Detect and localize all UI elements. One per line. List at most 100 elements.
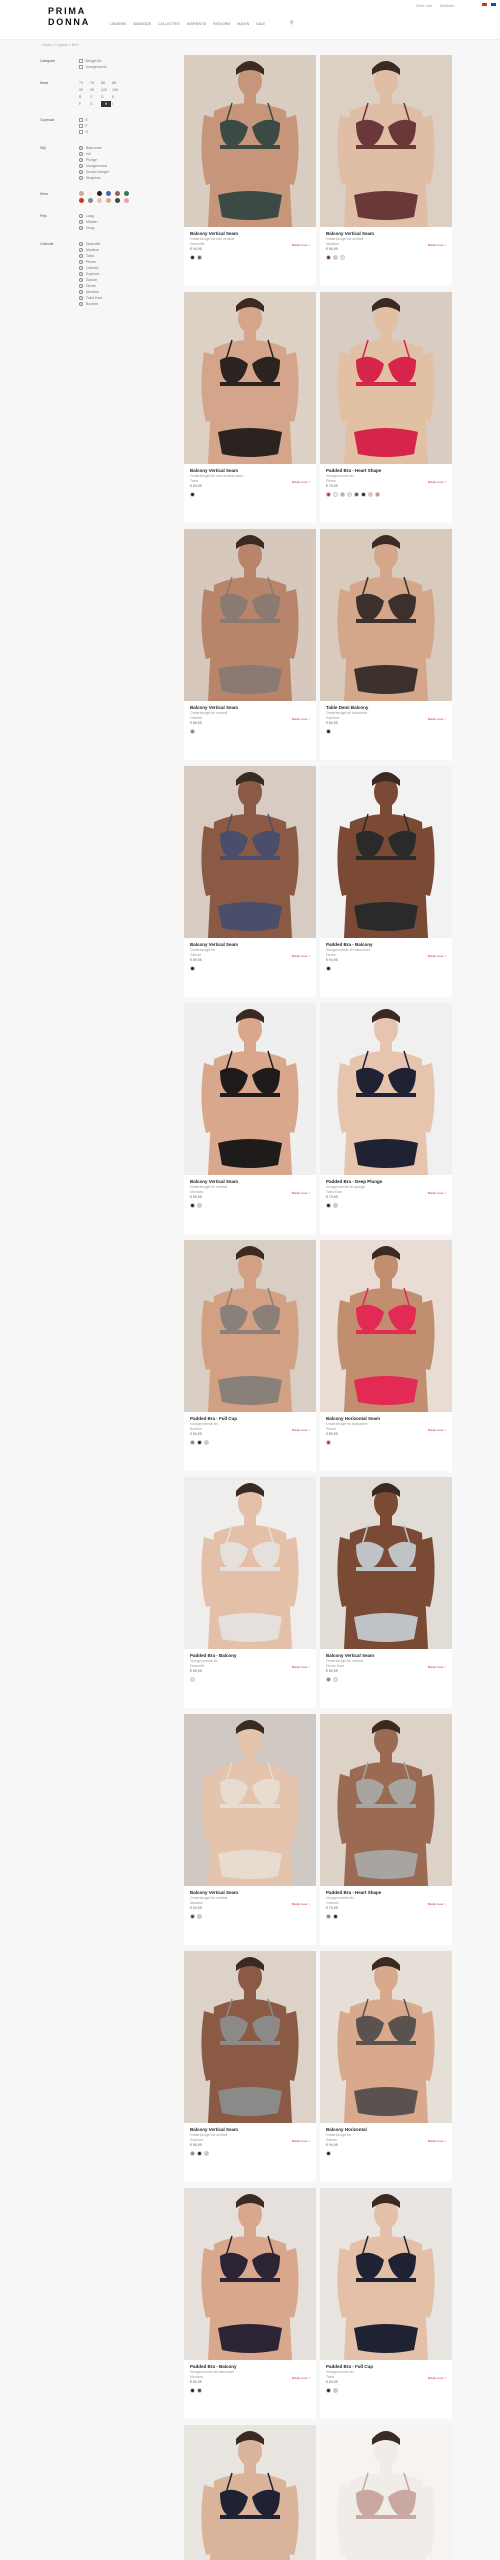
product-image[interactable] bbox=[184, 1003, 316, 1175]
nav-item[interactable]: Lingerie bbox=[110, 22, 126, 26]
nav-item[interactable]: Maten bbox=[237, 22, 249, 26]
product-card[interactable]: Padded Bra - Full Cup Voorgevormde bh Twis… bbox=[320, 2188, 452, 2419]
product-image[interactable] bbox=[184, 529, 316, 701]
checkbox-icon[interactable] bbox=[79, 290, 83, 294]
flag-icon[interactable] bbox=[482, 3, 487, 6]
product-more-link[interactable]: Bekijk meer > bbox=[428, 1902, 446, 1906]
checkbox-icon[interactable] bbox=[79, 248, 83, 252]
color-swatch[interactable] bbox=[354, 492, 359, 497]
product-card[interactable] bbox=[320, 2425, 452, 2560]
product-card[interactable]: Padded Bra - Deep Plunge Voorgevormde bh … bbox=[320, 1003, 452, 1234]
color-swatch[interactable] bbox=[124, 198, 129, 203]
product-more-link[interactable]: Bekijk meer > bbox=[428, 1665, 446, 1669]
color-swatch[interactable] bbox=[333, 255, 338, 260]
color-swatch[interactable] bbox=[326, 2151, 331, 2156]
filter-option[interactable]: Boxtree bbox=[79, 301, 175, 307]
size-option[interactable]: C bbox=[90, 94, 100, 100]
color-swatch[interactable] bbox=[197, 255, 202, 260]
size-option[interactable]: 75 bbox=[90, 80, 100, 86]
product-image[interactable] bbox=[320, 1714, 452, 1886]
filter-group-label[interactable]: Maat bbox=[40, 80, 79, 107]
color-swatch[interactable] bbox=[79, 198, 84, 203]
product-image[interactable] bbox=[320, 529, 452, 701]
checkbox-icon[interactable] bbox=[79, 164, 83, 168]
product-image[interactable] bbox=[184, 1240, 316, 1412]
product-more-link[interactable]: Bekijk meer > bbox=[428, 480, 446, 484]
product-more-link[interactable]: Bekijk meer > bbox=[428, 1191, 446, 1195]
product-more-link[interactable]: Bekijk meer > bbox=[292, 1428, 310, 1432]
color-swatch[interactable] bbox=[197, 2388, 202, 2393]
checkbox-icon[interactable] bbox=[79, 65, 83, 69]
color-swatch[interactable] bbox=[204, 1440, 209, 1445]
checkbox-icon[interactable] bbox=[79, 254, 83, 258]
checkbox-icon[interactable] bbox=[79, 284, 83, 288]
color-swatch[interactable] bbox=[340, 255, 345, 260]
color-swatch[interactable] bbox=[197, 2151, 202, 2156]
color-swatch[interactable] bbox=[190, 1914, 195, 1919]
product-card[interactable]: Table Demi Balcony Onderbeugel bh balconn… bbox=[320, 529, 452, 760]
product-more-link[interactable]: Bekijk meer > bbox=[292, 2376, 310, 2380]
checkbox-icon[interactable] bbox=[79, 214, 83, 218]
color-swatch[interactable] bbox=[197, 1914, 202, 1919]
checkbox-icon[interactable] bbox=[79, 118, 83, 122]
color-swatch[interactable] bbox=[106, 198, 111, 203]
product-card[interactable]: Padded Bra - Balcony Voorgevormde bh Deauv… bbox=[184, 1477, 316, 1708]
color-swatch[interactable] bbox=[97, 191, 102, 196]
product-card[interactable]: Balcony Vertical Seam Onderbeugel bh met … bbox=[184, 55, 316, 286]
color-swatch[interactable] bbox=[347, 492, 352, 497]
size-option[interactable]: E bbox=[112, 94, 122, 100]
product-card[interactable]: Balcony Horizontal Onderbeugel bh Zahran € … bbox=[320, 1951, 452, 2182]
product-image[interactable] bbox=[320, 2425, 452, 2560]
nav-item[interactable]: Inspiratie bbox=[187, 22, 206, 26]
product-image[interactable] bbox=[184, 2188, 316, 2360]
product-image[interactable] bbox=[184, 766, 316, 938]
product-image[interactable] bbox=[320, 766, 452, 938]
product-image[interactable] bbox=[320, 1951, 452, 2123]
color-swatch[interactable] bbox=[115, 198, 120, 203]
nav-item[interactable]: Sale bbox=[256, 22, 265, 26]
color-swatch[interactable] bbox=[197, 1203, 202, 1208]
color-swatch[interactable] bbox=[79, 191, 84, 196]
checkbox-icon[interactable] bbox=[79, 260, 83, 264]
size-option[interactable]: B bbox=[79, 94, 89, 100]
product-more-link[interactable]: Bekijk meer > bbox=[428, 954, 446, 958]
color-swatch[interactable] bbox=[115, 191, 120, 196]
product-more-link[interactable]: Bekijk meer > bbox=[428, 1428, 446, 1432]
color-swatch[interactable] bbox=[326, 1440, 331, 1445]
size-option[interactable]: 85 bbox=[112, 80, 122, 86]
filter-option[interactable]: G bbox=[79, 129, 175, 135]
size-option[interactable]: 90 bbox=[79, 87, 89, 93]
checkbox-icon[interactable] bbox=[79, 170, 83, 174]
checkbox-icon[interactable] bbox=[79, 152, 83, 156]
product-card[interactable]: Padded Bra - Heart Shape Voorgevormde bh P… bbox=[320, 292, 452, 523]
color-swatch[interactable] bbox=[190, 966, 195, 971]
checkbox-icon[interactable] bbox=[79, 302, 83, 306]
checkbox-icon[interactable] bbox=[79, 272, 83, 276]
checkbox-icon[interactable] bbox=[79, 242, 83, 246]
color-swatch[interactable] bbox=[197, 1440, 202, 1445]
color-swatch[interactable] bbox=[190, 2388, 195, 2393]
color-swatch[interactable] bbox=[88, 198, 93, 203]
size-option[interactable]: I bbox=[112, 101, 122, 107]
checkbox-icon[interactable] bbox=[79, 296, 83, 300]
product-card[interactable]: Balcony Vertical Seam Onderbeugel bh vert… bbox=[320, 1477, 452, 1708]
color-swatch[interactable] bbox=[326, 729, 331, 734]
nav-item[interactable]: Pasvorm bbox=[213, 22, 230, 26]
product-card[interactable]: Balcony Horizontal Seam Onderbeugel bh ba… bbox=[320, 1240, 452, 1471]
product-card[interactable] bbox=[184, 2425, 316, 2560]
color-swatch[interactable] bbox=[326, 492, 331, 497]
product-image[interactable] bbox=[320, 1240, 452, 1412]
product-card[interactable]: Padded Bra - Heart Shape Voorgevormde bh O… bbox=[320, 1714, 452, 1945]
checkbox-icon[interactable] bbox=[79, 176, 83, 180]
filter-option[interactable]: Hoog bbox=[79, 225, 175, 231]
color-swatch[interactable] bbox=[190, 2151, 195, 2156]
color-swatch[interactable] bbox=[190, 1203, 195, 1208]
product-card[interactable]: Balcony Vertical Seam Onderbeugel bh vert… bbox=[184, 529, 316, 760]
color-swatch[interactable] bbox=[361, 492, 366, 497]
product-more-link[interactable]: Bekijk meer > bbox=[428, 2376, 446, 2380]
checkbox-icon[interactable] bbox=[79, 278, 83, 282]
filter-group-label[interactable]: Collectie bbox=[40, 241, 79, 307]
color-swatch[interactable] bbox=[88, 191, 93, 196]
product-image[interactable] bbox=[320, 1477, 452, 1649]
color-swatch[interactable] bbox=[333, 1677, 338, 1682]
